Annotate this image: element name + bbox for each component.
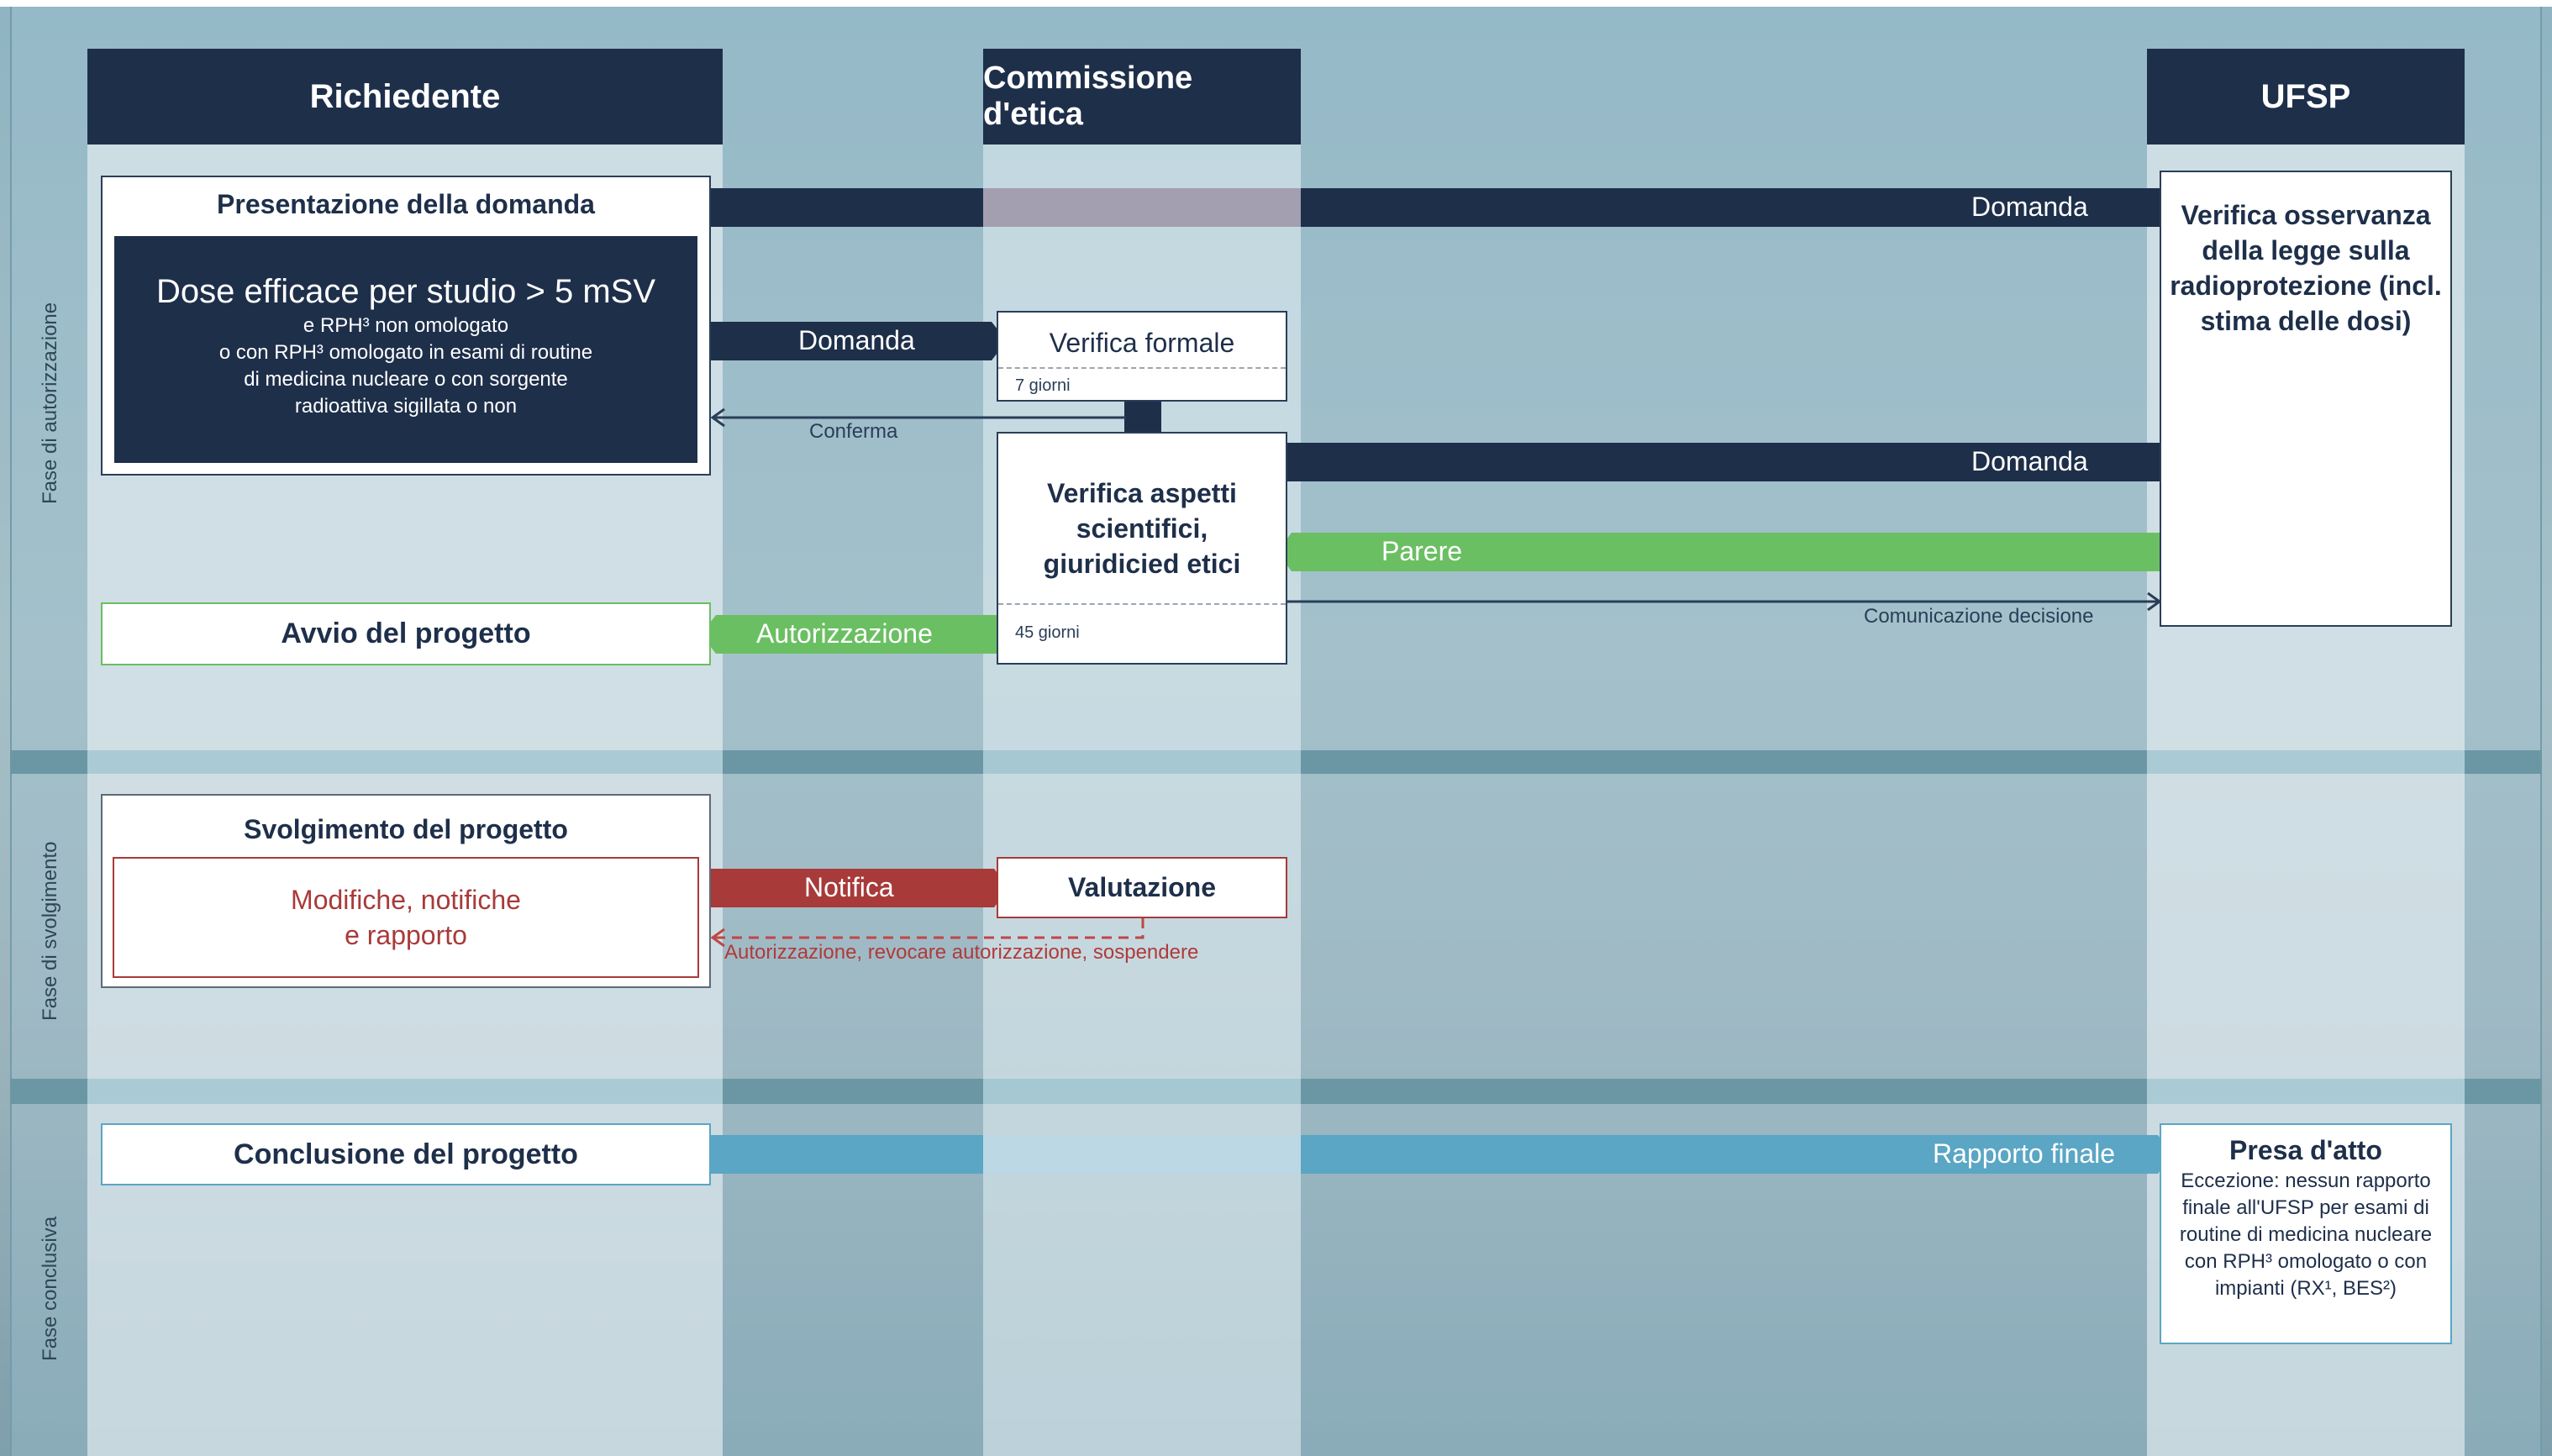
project-start-box: Avvio del progetto [101, 602, 711, 665]
formal-check-title: Verifica formale [1049, 328, 1235, 358]
arrow-domanda-top [710, 188, 2178, 227]
execution-title: Svolgimento del progetto [244, 814, 568, 844]
ufsp-line: radioprotezione (incl. [2170, 271, 2442, 301]
ack-line: Eccezione: nessun rapporto [2181, 1170, 2431, 1192]
changes-box: Modifiche, notifiche e rapporto [113, 857, 699, 978]
arrow-domanda-top-ethics-overlay [983, 188, 1301, 227]
arrow-domanda-ethics-label: Domanda [798, 325, 915, 355]
arrow-domanda-top-label: Domanda [1971, 192, 2088, 222]
submission-title: Presentazione della domanda [217, 189, 595, 219]
formal-check-box: Verifica formale 7 giorni [997, 311, 1287, 402]
changes-line: Modifiche, notifiche [291, 885, 521, 915]
conclusion-box: Conclusione del progetto [101, 1123, 711, 1185]
ufsp-verification-box: Verifica osservanza della legge sulla ra… [2160, 171, 2452, 627]
scientific-line: giuridicied etici [1043, 549, 1241, 579]
arrow-autorizzazione-label: Autorizzazione [756, 618, 933, 649]
ack-line: con RPH³ omologato o con [2184, 1250, 2428, 1273]
project-start-title: Avvio del progetto [281, 618, 531, 649]
conclusion-title: Conclusione del progetto [234, 1138, 578, 1170]
dose-line: e RPH³ non omologato [303, 314, 509, 337]
arrow-rapporto-finale-ethics-overlay [983, 1135, 1301, 1174]
scientific-days: 45 giorni [1015, 623, 1080, 642]
arrow-response-dashed [713, 918, 1144, 939]
arrow-rapporto-finale-label: Rapporto finale [1933, 1138, 2116, 1169]
dose-line: radioattiva sigillata o non [294, 395, 518, 418]
acknowledgement-box: Presa d'atto Eccezione: nessun rapporto … [2160, 1123, 2452, 1344]
submission-box: Presentazione della domanda Dose efficac… [101, 176, 711, 476]
ufsp-line: stima delle dosi) [2200, 306, 2412, 336]
evaluation-title: Valutazione [1067, 872, 1217, 902]
ufsp-line: Verifica osservanza [2181, 200, 2431, 230]
arrow-parere-label: Parere [1381, 536, 1463, 566]
dose-line: di medicina nucleare o con sorgente [244, 368, 568, 391]
formal-check-days: 7 giorni [1015, 376, 1071, 395]
arrow-domanda-ufsp-label: Domanda [1971, 446, 2088, 476]
arrow-comm-decision-label: Comunicazione decisione [1864, 605, 2094, 628]
evaluation-box: Valutazione [997, 857, 1287, 918]
ack-line: routine di medicina nucleare [2179, 1223, 2433, 1246]
ack-line: impianti (RX¹, BES²) [2214, 1277, 2397, 1300]
scientific-divider [998, 603, 1286, 605]
response-label: Autorizzazione, revocare autorizzazione,… [724, 941, 1199, 964]
scientific-line: Verifica aspetti [1047, 478, 1237, 508]
arrow-conferma-label: Conferma [809, 420, 898, 443]
ack-line: finale all'UFSP per esami di [2182, 1196, 2429, 1219]
dose-box: Dose efficace per studio > 5 mSV e RPH³ … [114, 236, 697, 463]
changes-line: e rapporto [345, 920, 467, 950]
scientific-check-box: Verifica aspetti scientifici, giuridicie… [997, 432, 1287, 665]
dose-title: Dose efficace per studio > 5 mSV [155, 273, 656, 310]
formal-check-divider [998, 367, 1286, 369]
scientific-line: scientifici, [1076, 513, 1208, 544]
arrow-notifica-label: Notifica [804, 872, 894, 902]
ufsp-line: della legge sulla [2202, 235, 2410, 265]
dose-line: o con RPH³ omologato in esami di routine [218, 341, 593, 364]
execution-box: Svolgimento del progetto Modifiche, noti… [101, 794, 711, 988]
ack-title: Presa d'atto [2229, 1135, 2382, 1165]
